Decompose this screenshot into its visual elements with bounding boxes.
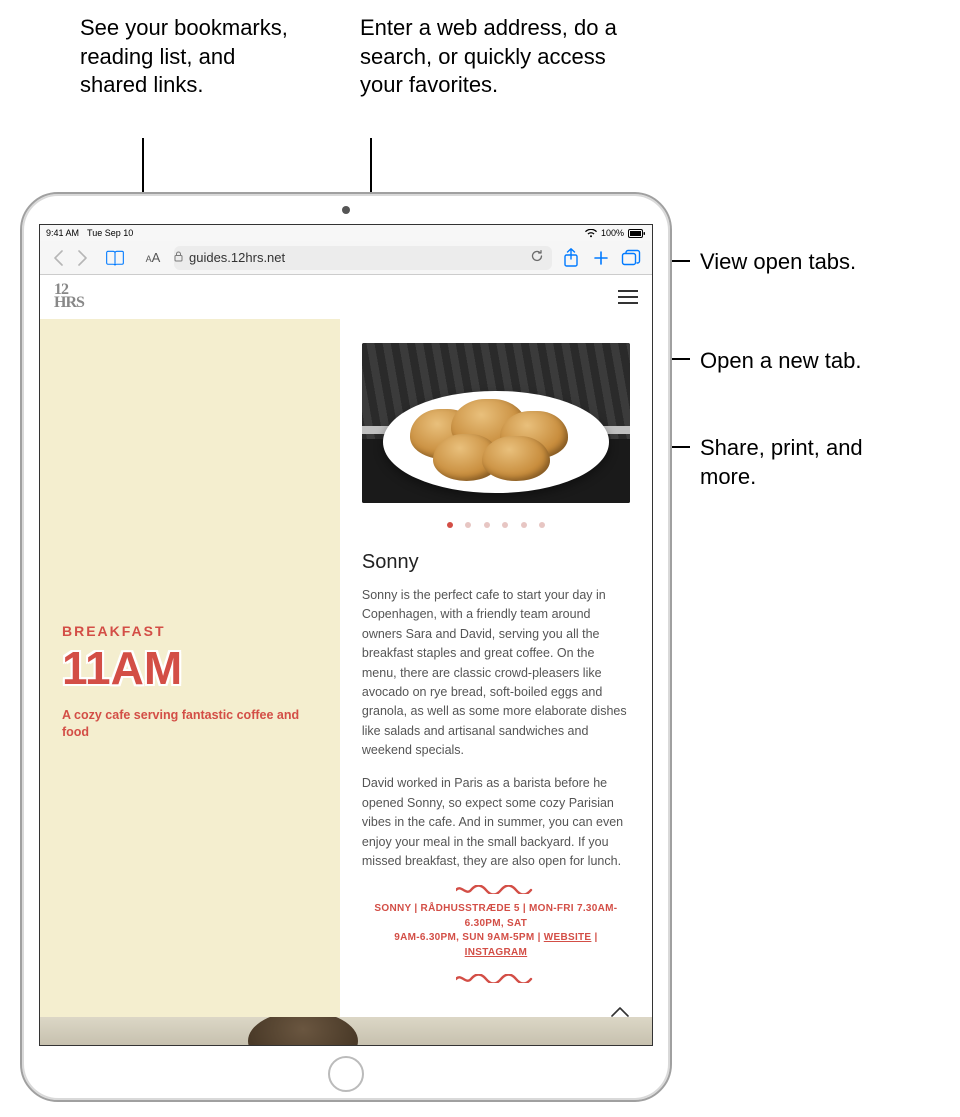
- article-body: Sonny is the perfect cafe to start your …: [362, 586, 630, 871]
- left-title: 11AM: [62, 645, 182, 691]
- dot-icon[interactable]: [502, 522, 508, 528]
- carousel-dots[interactable]: [362, 515, 630, 533]
- new-tab-button[interactable]: [590, 249, 612, 267]
- status-battery-text: 100%: [601, 228, 624, 238]
- ipad-camera: [342, 206, 350, 214]
- callout-bookmarks: See your bookmarks, reading list, and sh…: [80, 14, 300, 100]
- left-kicker: BREAKFAST: [62, 623, 166, 639]
- site-logo-bottom: HRS: [54, 297, 84, 310]
- address-bar[interactable]: guides.12hrs.net: [174, 246, 552, 270]
- back-button[interactable]: [50, 250, 66, 266]
- share-button[interactable]: [560, 248, 582, 268]
- ipad-frame: 9:41 AM Tue Sep 10 100%: [20, 192, 672, 1102]
- tabs-button[interactable]: [620, 249, 642, 267]
- battery-icon: [628, 229, 646, 238]
- left-tagline: A cozy cafe serving fantastic coffee and…: [62, 707, 318, 742]
- left-panel: BREAKFAST 11AM A cozy cafe serving fanta…: [40, 319, 340, 1045]
- wifi-icon: [585, 229, 597, 238]
- status-time: 9:41 AM: [46, 228, 79, 238]
- hero-image[interactable]: [362, 343, 630, 503]
- address-bar-url: guides.12hrs.net: [189, 250, 285, 265]
- venue-info: SONNY | RÅDHUSSTRÆDE 5 | MON-FRI 7.30AM-…: [362, 902, 630, 960]
- dot-icon[interactable]: [465, 522, 471, 528]
- callout-newtab: Open a new tab.: [700, 347, 861, 376]
- website-link[interactable]: WEBSITE: [544, 932, 592, 943]
- next-section-peek[interactable]: [40, 1017, 652, 1045]
- site-header: 12 HRS: [40, 275, 652, 319]
- dot-icon[interactable]: [447, 522, 453, 528]
- hamburger-icon: [618, 290, 638, 292]
- article-title: Sonny: [362, 551, 630, 574]
- status-bar: 9:41 AM Tue Sep 10 100%: [40, 225, 652, 241]
- instagram-link[interactable]: INSTAGRAM: [465, 947, 528, 958]
- menu-button[interactable]: [618, 290, 638, 304]
- site-logo[interactable]: 12 HRS: [54, 284, 84, 310]
- callout-tabs: View open tabs.: [700, 248, 856, 277]
- dot-icon[interactable]: [539, 522, 545, 528]
- bookmarks-button[interactable]: [104, 250, 126, 266]
- right-panel: Sonny Sonny is the perfect cafe to start…: [340, 319, 652, 1045]
- venue-info-line: 9AM-6.30PM, SUN 9AM-5PM |: [394, 932, 544, 943]
- ipad-screen: 9:41 AM Tue Sep 10 100%: [39, 224, 653, 1046]
- callout-addressbar: Enter a web address, do a search, or qui…: [360, 14, 620, 100]
- article-paragraph: Sonny is the perfect cafe to start your …: [362, 586, 630, 760]
- venue-info-line: SONNY | RÅDHUSSTRÆDE 5 | MON-FRI 7.30AM-…: [374, 903, 617, 929]
- status-date: Tue Sep 10: [87, 228, 133, 238]
- lock-icon: [174, 251, 183, 265]
- webpage: 12 HRS BREAKFAST 11AM A cozy cafe servin…: [40, 275, 652, 1045]
- article-paragraph: David worked in Paris as a barista befor…: [362, 774, 630, 871]
- ipad-home-button[interactable]: [328, 1056, 364, 1092]
- safari-toolbar: AA guides.12hrs.net: [40, 241, 652, 275]
- reader-format-button[interactable]: AA: [140, 250, 166, 265]
- dot-icon[interactable]: [521, 522, 527, 528]
- dot-icon[interactable]: [484, 522, 490, 528]
- callout-share: Share, print, and more.: [700, 434, 880, 491]
- divider-icon: [456, 885, 536, 894]
- reload-button[interactable]: [530, 249, 544, 266]
- forward-button[interactable]: [74, 250, 90, 266]
- divider-icon: [456, 974, 536, 983]
